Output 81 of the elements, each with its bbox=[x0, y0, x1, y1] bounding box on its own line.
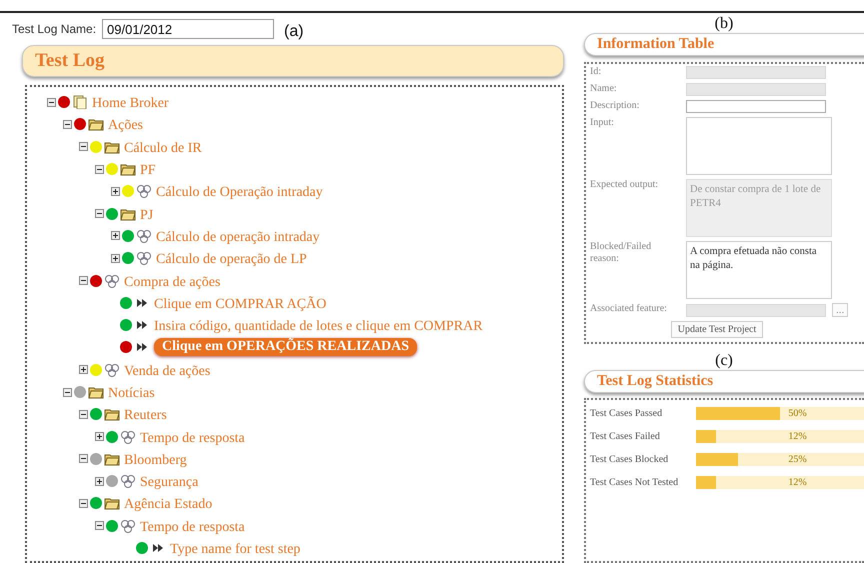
folder-icon bbox=[120, 162, 136, 176]
tree-item[interactable]: Ações bbox=[108, 114, 143, 134]
folder-icon bbox=[104, 496, 120, 510]
rings-icon bbox=[104, 274, 120, 288]
field-label: Id: bbox=[590, 66, 602, 79]
update-button[interactable]: Update Test Project bbox=[670, 321, 764, 338]
collapse-icon[interactable] bbox=[95, 164, 104, 174]
panel-label: (c) bbox=[715, 352, 733, 370]
field-label: Expected output: bbox=[590, 179, 660, 192]
text-field[interactable] bbox=[686, 100, 826, 113]
collapse-icon[interactable] bbox=[95, 209, 104, 218]
panel-header: Information Table bbox=[584, 33, 864, 56]
panel-label: (a) bbox=[284, 23, 304, 41]
collapse-icon[interactable] bbox=[79, 454, 88, 464]
statistic-label: Test Cases Blocked bbox=[590, 454, 670, 466]
folder-icon bbox=[88, 385, 104, 399]
tree-item[interactable]: Cálculo de IR bbox=[124, 136, 202, 157]
collapse-icon[interactable] bbox=[79, 410, 88, 419]
tree-item[interactable]: Compra de ações bbox=[124, 270, 220, 291]
percentage: 12% bbox=[788, 430, 807, 443]
panel-label: (b) bbox=[714, 15, 734, 33]
tree-item[interactable]: Type name for test step bbox=[170, 538, 300, 558]
tree-item[interactable]: Cálculo de Operação intraday bbox=[156, 181, 323, 202]
rings-icon bbox=[136, 228, 152, 243]
tree-item[interactable]: Segurança bbox=[140, 471, 198, 492]
panel-header: Test Log bbox=[22, 45, 564, 77]
tree-item[interactable]: PJ bbox=[140, 204, 154, 224]
text-field[interactable]: 09/01/2012 bbox=[102, 19, 274, 39]
tree-item[interactable]: Reuters bbox=[124, 404, 167, 424]
tree-item[interactable]: Insira código, quantidade de lotes e clique em COMPRAR bbox=[154, 315, 483, 336]
expand-icon[interactable] bbox=[95, 432, 104, 442]
document-icon bbox=[72, 95, 88, 110]
statistic-label: Test Cases Not Tested bbox=[590, 476, 680, 488]
collapse-icon[interactable] bbox=[79, 498, 88, 508]
collapse-icon[interactable] bbox=[63, 388, 72, 396]
tree-item[interactable]: Home Broker bbox=[92, 92, 169, 112]
expand-icon[interactable] bbox=[111, 231, 120, 240]
expand-icon[interactable] bbox=[111, 186, 120, 196]
collapse-icon[interactable] bbox=[95, 521, 104, 530]
rings-icon bbox=[120, 474, 136, 488]
percentage: 25% bbox=[788, 453, 807, 466]
folder-icon bbox=[104, 140, 120, 154]
folder-icon bbox=[104, 407, 120, 422]
folder-icon bbox=[88, 117, 104, 132]
text-area[interactable]: A compra efetuada não consta na página. bbox=[686, 241, 832, 299]
field-label: Input: bbox=[590, 117, 615, 130]
collapse-icon[interactable] bbox=[47, 98, 56, 107]
statistic-label: Test Cases Passed bbox=[590, 408, 664, 420]
rings-icon bbox=[136, 184, 152, 198]
tree-item[interactable]: Notícias bbox=[108, 382, 155, 402]
tree-item[interactable]: Clique em COMPRAR AÇÃO bbox=[154, 292, 326, 313]
tree-item[interactable]: Agência Estado bbox=[124, 493, 212, 514]
collapse-icon[interactable] bbox=[79, 276, 88, 286]
statistic-label: Test Cases Failed bbox=[590, 430, 661, 442]
tree-item[interactable]: Tempo de resposta bbox=[140, 516, 245, 536]
tree-item[interactable]: Clique em OPERAÇÕES REALIZADAS bbox=[154, 338, 417, 356]
tree-item[interactable]: Venda de ações bbox=[124, 360, 210, 380]
field-label: Description: bbox=[590, 100, 640, 113]
collapse-icon[interactable] bbox=[63, 120, 72, 129]
rings-icon bbox=[120, 430, 136, 444]
collapse-icon[interactable] bbox=[79, 142, 88, 152]
rings-icon bbox=[104, 362, 120, 377]
field-label: Blocked/Failed reason: bbox=[590, 241, 652, 266]
rings-icon bbox=[120, 518, 136, 533]
percentage: 50% bbox=[788, 407, 807, 420]
tree-item[interactable]: Bloomberg bbox=[124, 448, 187, 469]
expand-icon[interactable] bbox=[111, 254, 120, 263]
tree-item[interactable]: Cálculo de operação intraday bbox=[156, 226, 320, 246]
folder-icon bbox=[120, 206, 136, 221]
field-label: Associated feature: bbox=[590, 303, 668, 316]
field-label: Test Log Name: bbox=[12, 22, 96, 36]
folder-icon bbox=[104, 452, 120, 466]
rings-icon bbox=[136, 251, 152, 266]
tree-item[interactable]: Cálculo de operação de LP bbox=[156, 248, 307, 268]
panel-header: Test Log Statistics bbox=[584, 370, 864, 393]
expand-icon[interactable] bbox=[79, 365, 88, 374]
expand-icon[interactable] bbox=[95, 476, 104, 486]
percentage: 12% bbox=[788, 476, 807, 489]
field-label: Name: bbox=[590, 83, 618, 96]
tree-item[interactable]: PF bbox=[140, 159, 156, 180]
tree-item[interactable]: Tempo de resposta bbox=[140, 426, 245, 447]
